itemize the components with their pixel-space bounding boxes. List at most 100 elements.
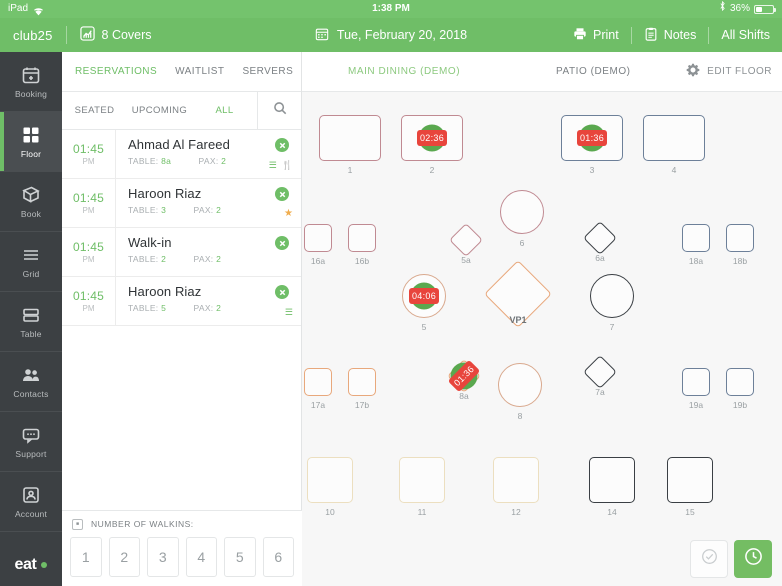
filter-seated[interactable]: SEATED <box>62 92 127 129</box>
seated-status-icon[interactable] <box>275 138 289 152</box>
table-label: 17b <box>354 400 370 410</box>
reservation-time: 01:45 PM <box>62 130 116 178</box>
floor-tabs: MAIN DINING (DEMO) PATIO (DEMO) EDIT FLO… <box>302 52 782 92</box>
ios-status-bar: iPad 1:38 PM 36% <box>0 0 782 18</box>
tab-waitlist[interactable]: WAITLIST <box>166 52 233 92</box>
floor-table-2[interactable]: 02:36 2 <box>401 115 463 175</box>
floor-table-7[interactable]: 7 <box>590 274 634 332</box>
table-label: 2 <box>429 165 435 175</box>
floor-table-17b[interactable]: 17b <box>348 368 376 410</box>
table-label: VP1 <box>509 314 527 325</box>
walkins-number-5[interactable]: 5 <box>224 537 256 577</box>
sidebar-item-contacts[interactable]: Contacts <box>0 352 62 412</box>
floor-table-8a[interactable]: 01:36 8a <box>444 356 484 401</box>
filter-all[interactable]: ALL <box>192 92 257 129</box>
table-timer-badge: 01:36 <box>577 123 607 153</box>
check-circle-button[interactable] <box>690 540 728 578</box>
seated-status-icon[interactable] <box>275 285 289 299</box>
sidebar-item-label: Table <box>20 328 42 339</box>
floor-table-19a[interactable]: 19a <box>682 368 710 410</box>
table-shape <box>348 368 376 396</box>
reservation-time-value: 01:45 <box>72 240 105 254</box>
floor-table-VP1[interactable]: VP1 <box>484 260 552 328</box>
printer-icon <box>573 27 587 44</box>
tab-servers[interactable]: SERVERS <box>233 52 302 92</box>
floor-table-12[interactable]: 12 <box>493 457 539 517</box>
tab-patio[interactable]: PATIO (DEMO) <box>556 66 631 77</box>
battery-icon <box>754 4 776 14</box>
floor-table-10[interactable]: 10 <box>307 457 353 517</box>
walkins-number-6[interactable]: 6 <box>262 537 294 577</box>
floor-table-5[interactable]: 04:06 5 <box>402 274 446 332</box>
list-item[interactable]: 01:45 PM Ahmad Al Fareed TABLE: 8a PAX: … <box>62 130 301 179</box>
reservation-time-value: 01:45 <box>72 191 105 205</box>
floor-table-18a[interactable]: 18a <box>682 224 710 266</box>
walkins-number-1[interactable]: 1 <box>70 537 102 577</box>
floor-table-1[interactable]: 1 <box>319 115 381 175</box>
account-icon <box>21 485 41 505</box>
table-shape <box>399 457 445 503</box>
sidebar-item-support[interactable]: Support <box>0 412 62 472</box>
table-label: 17a <box>310 400 326 410</box>
floor-table-6a[interactable]: 6a <box>583 221 617 263</box>
table-label: 7a <box>595 387 605 398</box>
table-timer-badge: 02:36 <box>417 123 447 153</box>
tab-reservations[interactable]: RESERVATIONS <box>66 52 166 92</box>
list-item[interactable]: 01:45 PM Haroon Riaz TABLE: 3 PAX: 2 ★ <box>62 179 301 228</box>
status-bar-time: 1:38 PM <box>372 3 410 14</box>
table-label: 12 <box>511 507 521 517</box>
people-icon <box>21 365 41 385</box>
sidebar-item-book[interactable]: Book <box>0 172 62 232</box>
reservation-body: Ahmad Al Fareed TABLE: 8a PAX: 2 <box>116 130 257 178</box>
reservations-panel: RESERVATIONS WAITLIST SERVERS SEATED UPC… <box>62 52 302 586</box>
notes-label: Notes <box>663 28 697 42</box>
floor-table-11[interactable]: 11 <box>399 457 445 517</box>
sidebar-item-account[interactable]: Account <box>0 472 62 532</box>
venue-name[interactable]: club25 <box>0 28 66 43</box>
walkins-number-4[interactable]: 4 <box>185 537 217 577</box>
table-label: 16a <box>310 256 326 266</box>
search-button[interactable] <box>257 92 301 129</box>
sidebar-item-table[interactable]: Table <box>0 292 62 352</box>
chart-icon <box>79 26 95 44</box>
check-circle-icon <box>701 548 718 570</box>
reservation-time-meridiem: PM <box>82 255 95 264</box>
floor-table-5a[interactable]: 5a <box>449 223 483 265</box>
edit-floor-button[interactable]: EDIT FLOOR <box>686 63 772 80</box>
print-button[interactable]: Print <box>561 25 631 45</box>
floor-table-3[interactable]: 01:36 3 <box>561 115 623 175</box>
walkins-number-3[interactable]: 3 <box>147 537 179 577</box>
app-root: iPad 1:38 PM 36% club25 8 Covers Tue, Fe… <box>0 0 782 586</box>
filter-upcoming[interactable]: UPCOMING <box>127 92 192 129</box>
list-item[interactable]: 01:45 PM Haroon Riaz TABLE: 5 PAX: 2 ☰ <box>62 277 301 326</box>
covers-indicator[interactable]: 8 Covers <box>67 26 152 44</box>
floor-canvas[interactable]: 1 02:36 2 01:36 3 4 16a 16b 5a 6 6a 18a 18b 04:06 5 VP1… <box>302 92 782 586</box>
all-shifts-button[interactable]: All Shifts <box>709 25 782 45</box>
sidebar-item-floor[interactable]: Floor <box>0 112 62 172</box>
notes-icon: ☰ <box>284 307 293 317</box>
reservation-meta: TABLE: 3 PAX: 2 <box>128 205 257 215</box>
floor-table-17a[interactable]: 17a <box>304 368 332 410</box>
sidebar-item-grid[interactable]: Grid <box>0 232 62 292</box>
floor-table-16b[interactable]: 16b <box>348 224 376 266</box>
floor-table-4[interactable]: 4 <box>643 115 705 175</box>
floor-table-14[interactable]: 14 <box>589 457 635 517</box>
floor-table-16a[interactable]: 16a <box>304 224 332 266</box>
list-item[interactable]: 01:45 PM Walk-in TABLE: 2 PAX: 2 <box>62 228 301 277</box>
notes-button[interactable]: Notes <box>632 25 709 45</box>
floor-table-15[interactable]: 15 <box>667 457 713 517</box>
tab-main-dining[interactable]: MAIN DINING (DEMO) <box>348 66 460 77</box>
sidebar-item-booking[interactable]: Booking <box>0 52 62 112</box>
table-timer-badge: 04:06 <box>409 281 439 311</box>
floor-table-19b[interactable]: 19b <box>726 368 754 410</box>
table-shape <box>590 274 634 318</box>
floor-table-18b[interactable]: 18b <box>726 224 754 266</box>
reservations-list[interactable]: 01:45 PM Ahmad Al Fareed TABLE: 8a PAX: … <box>62 130 301 496</box>
floor-table-7a[interactable]: 7a <box>583 355 617 397</box>
floor-table-6[interactable]: 6 <box>500 190 544 248</box>
seated-status-icon[interactable] <box>275 187 289 201</box>
clock-button[interactable] <box>734 540 772 578</box>
walkins-number-2[interactable]: 2 <box>108 537 140 577</box>
floor-table-8[interactable]: 8 <box>498 363 542 421</box>
seated-status-icon[interactable] <box>275 236 289 250</box>
